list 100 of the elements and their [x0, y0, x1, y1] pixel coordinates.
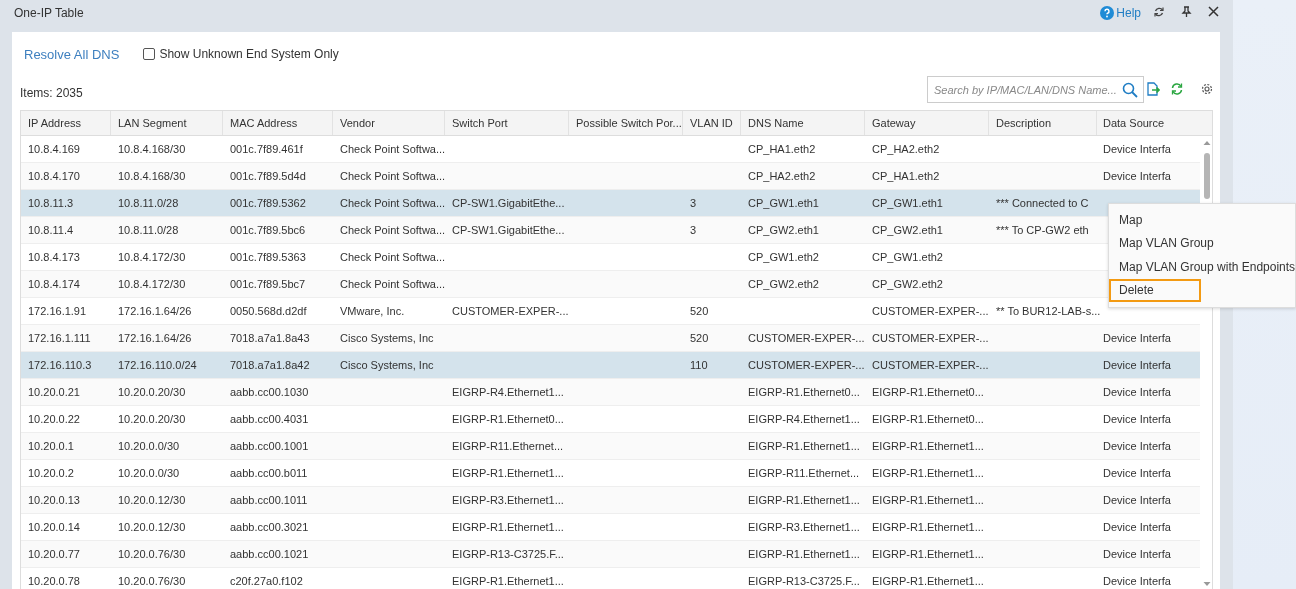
- table-row[interactable]: 172.16.110.3 172.16.110.0/24 7018.a7a1.8a42 Cisco Systems, Inc 110 CUSTOMER-EXPER-... CUSTOMER-EXPER-... Device Interfa: [21, 352, 1200, 379]
- table-cell: ** To BUR12-LAB-s...: [996, 305, 1101, 317]
- table-cell: 001c.7f89.5bc6: [230, 224, 306, 236]
- table-row[interactable]: 10.20.0.77 10.20.0.76/30 aabb.cc00.1021 EIGRP-R13-C3725.F... EIGRP-R1.Ethernet1... EIGRP-R1.Ethernet1... Device Interfa: [21, 541, 1200, 568]
- export-icon[interactable]: [1146, 82, 1160, 96]
- table-row[interactable]: 10.8.4.174 10.8.4.172/30 001c.7f89.5bc7 Check Point Softwa... CP_GW2.eth2 CP_GW2.eth2: [21, 271, 1108, 298]
- table-cell: aabb.cc00.1011: [230, 494, 308, 506]
- table-cell: aabb.cc00.b011: [230, 467, 308, 479]
- column-header[interactable]: DNS Name: [741, 111, 865, 135]
- table-cell: 10.20.0.76/30: [118, 548, 186, 560]
- table-cell: CUSTOMER-EXPER-...: [452, 305, 569, 317]
- column-header[interactable]: MAC Address: [223, 111, 333, 135]
- table-cell: CP_GW1.eth1: [872, 197, 943, 209]
- checkbox[interactable]: [143, 48, 156, 60]
- table-cell: CP_HA2.eth2: [748, 170, 816, 182]
- table-cell: CUSTOMER-EXPER-...: [748, 332, 865, 344]
- table-cell: CP-SW1.GigabitEthe...: [452, 224, 565, 236]
- table-cell: EIGRP-R1.Ethernet1...: [872, 548, 984, 560]
- table-cell: EIGRP-R1.Ethernet0...: [748, 386, 860, 398]
- table-cell: CP_GW1.eth2: [872, 251, 943, 263]
- table-cell: 0050.568d.d2df: [230, 305, 307, 317]
- table-cell: 10.8.4.168/30: [118, 170, 186, 182]
- table-cell: 10.8.11.3: [28, 197, 74, 209]
- table-row[interactable]: 10.20.0.1 10.20.0.0/30 aabb.cc00.1001 EIGRP-R11.Ethernet... EIGRP-R1.Ethernet1... EIGRP-R1.Ethernet1... Device Interfa: [21, 433, 1200, 460]
- table-cell: aabb.cc00.1001: [230, 440, 309, 452]
- table-cell: 10.20.0.14: [28, 521, 80, 533]
- table-cell: 172.16.1.64/26: [118, 332, 192, 344]
- table-cell: EIGRP-R1.Ethernet1...: [872, 467, 984, 479]
- table-cell: Device Interfa: [1103, 440, 1171, 452]
- column-header[interactable]: Description: [989, 111, 1097, 135]
- pin-icon[interactable]: [1181, 6, 1192, 18]
- column-header[interactable]: Possible Switch Por...: [569, 111, 683, 135]
- table-cell: CUSTOMER-EXPER-...: [872, 305, 989, 317]
- table-cell: EIGRP-R1.Ethernet1...: [452, 467, 564, 479]
- menu-item[interactable]: Map VLAN Group: [1109, 231, 1224, 255]
- table-row[interactable]: 10.8.4.170 10.8.4.168/30 001c.7f89.5d4d Check Point Softwa... CP_HA2.eth2 CP_HA1.eth2 Device Interfa: [21, 163, 1200, 190]
- column-header[interactable]: LAN Segment: [111, 111, 223, 135]
- table-cell: *** To CP-GW2 eth: [996, 224, 1089, 236]
- table-cell: 10.8.4.174: [28, 278, 80, 290]
- menu-item[interactable]: Map VLAN Group with Endpoints: [1109, 255, 1296, 279]
- table-cell: CP-SW1.GigabitEthe...: [452, 197, 565, 209]
- refresh-icon[interactable]: [1153, 6, 1165, 18]
- table-row[interactable]: 10.20.0.21 10.20.0.20/30 aabb.cc00.1030 EIGRP-R4.Ethernet1... EIGRP-R1.Ethernet0... EIGRP-R1.Ethernet0... Device Interfa: [21, 379, 1200, 406]
- table-cell: Check Point Softwa...: [340, 224, 446, 236]
- table-cell: CP_GW1.eth2: [748, 251, 819, 263]
- table-cell: CP_HA1.eth2: [748, 143, 816, 155]
- table-cell: EIGRP-R3.Ethernet1...: [452, 494, 564, 506]
- table-cell: 10.8.4.173: [28, 251, 80, 263]
- column-header[interactable]: Switch Port: [445, 111, 569, 135]
- table-cell: Device Interfa: [1103, 494, 1171, 506]
- table-cell: 001c.7f89.5bc7: [230, 278, 306, 290]
- table-cell: 10.20.0.78: [28, 575, 80, 587]
- menu-item[interactable]: Delete: [1109, 278, 1201, 302]
- checkbox-label: Show Unknown End System Only: [159, 47, 339, 61]
- table-cell: EIGRP-R1.Ethernet1...: [872, 521, 984, 533]
- table-cell: 001c.7f89.5363: [230, 251, 306, 263]
- resolve-dns-link[interactable]: Resolve All DNS: [24, 46, 120, 62]
- table-cell: EIGRP-R13-C3725.F...: [748, 575, 860, 587]
- table-cell: Device Interfa: [1103, 143, 1171, 155]
- table-cell: 172.16.110.3: [28, 359, 92, 371]
- table-cell: 10.8.4.168/30: [118, 143, 186, 155]
- column-header[interactable]: Data Source: [1097, 111, 1212, 135]
- table-cell: Cisco Systems, Inc: [340, 359, 434, 371]
- table-row[interactable]: 10.8.11.4 10.8.11.0/28 001c.7f89.5bc6 Check Point Softwa... CP-SW1.GigabitEthe... 3 CP_GW2.eth1 CP_GW2.eth1 *** To CP-GW2 eth: [21, 217, 1108, 244]
- column-header[interactable]: Gateway: [865, 111, 989, 135]
- table-cell: 10.20.0.21: [28, 386, 80, 398]
- table-cell: Device Interfa: [1103, 332, 1171, 344]
- table-cell: Device Interfa: [1103, 413, 1171, 425]
- table-row[interactable]: 172.16.1.111 172.16.1.64/26 7018.a7a1.8a43 Cisco Systems, Inc 520 CUSTOMER-EXPER-... CUSTOMER-EXPER-... Device Interfa: [21, 325, 1200, 352]
- table-cell: 172.16.110.0/24: [118, 359, 197, 371]
- table-cell: EIGRP-R1.Ethernet1...: [872, 575, 984, 587]
- table-cell: EIGRP-R1.Ethernet1...: [452, 575, 564, 587]
- table-cell: CUSTOMER-EXPER-...: [872, 332, 989, 344]
- table-cell: 172.16.1.91: [28, 305, 87, 317]
- column-header[interactable]: Vendor: [333, 111, 445, 135]
- table-cell: 001c.7f89.461f: [230, 143, 303, 155]
- settings-icon[interactable]: [1200, 82, 1214, 96]
- close-icon[interactable]: [1208, 6, 1219, 17]
- table-cell: EIGRP-R3.Ethernet1...: [748, 521, 860, 533]
- table-cell: EIGRP-R1.Ethernet1...: [748, 440, 860, 452]
- search-field[interactable]: Search by IP/MAC/LAN/DNS Name...: [927, 76, 1144, 103]
- table-cell: 10.20.0.12/30: [118, 521, 186, 533]
- column-header[interactable]: VLAN ID: [683, 111, 741, 135]
- table-cell: Cisco Systems, Inc: [340, 332, 434, 344]
- table-cell: c20f.27a0.f102: [230, 575, 303, 587]
- table-cell: Check Point Softwa...: [340, 170, 446, 182]
- table-cell: 001c.7f89.5362: [230, 197, 306, 209]
- table-cell: CUSTOMER-EXPER-...: [872, 359, 989, 371]
- table-cell: aabb.cc00.1021: [230, 548, 309, 560]
- table-cell: 172.16.1.64/26: [118, 305, 192, 317]
- table-cell: aabb.cc00.3021: [230, 521, 309, 533]
- table-cell: Check Point Softwa...: [340, 143, 446, 155]
- table-cell: CP_HA1.eth2: [872, 170, 940, 182]
- table-cell: Device Interfa: [1103, 521, 1171, 533]
- table-row[interactable]: 10.20.0.13 10.20.0.12/30 aabb.cc00.1011 EIGRP-R3.Ethernet1... EIGRP-R1.Ethernet1... EIGRP-R1.Ethernet1... Device Interfa: [21, 487, 1200, 514]
- table-cell: 001c.7f89.5d4d: [230, 170, 306, 182]
- column-header[interactable]: IP Address: [21, 111, 111, 135]
- items-count: Items: 2035: [20, 86, 84, 100]
- table-cell: EIGRP-R1.Ethernet0...: [452, 413, 564, 425]
- table-cell: 10.20.0.0/30: [118, 467, 180, 479]
